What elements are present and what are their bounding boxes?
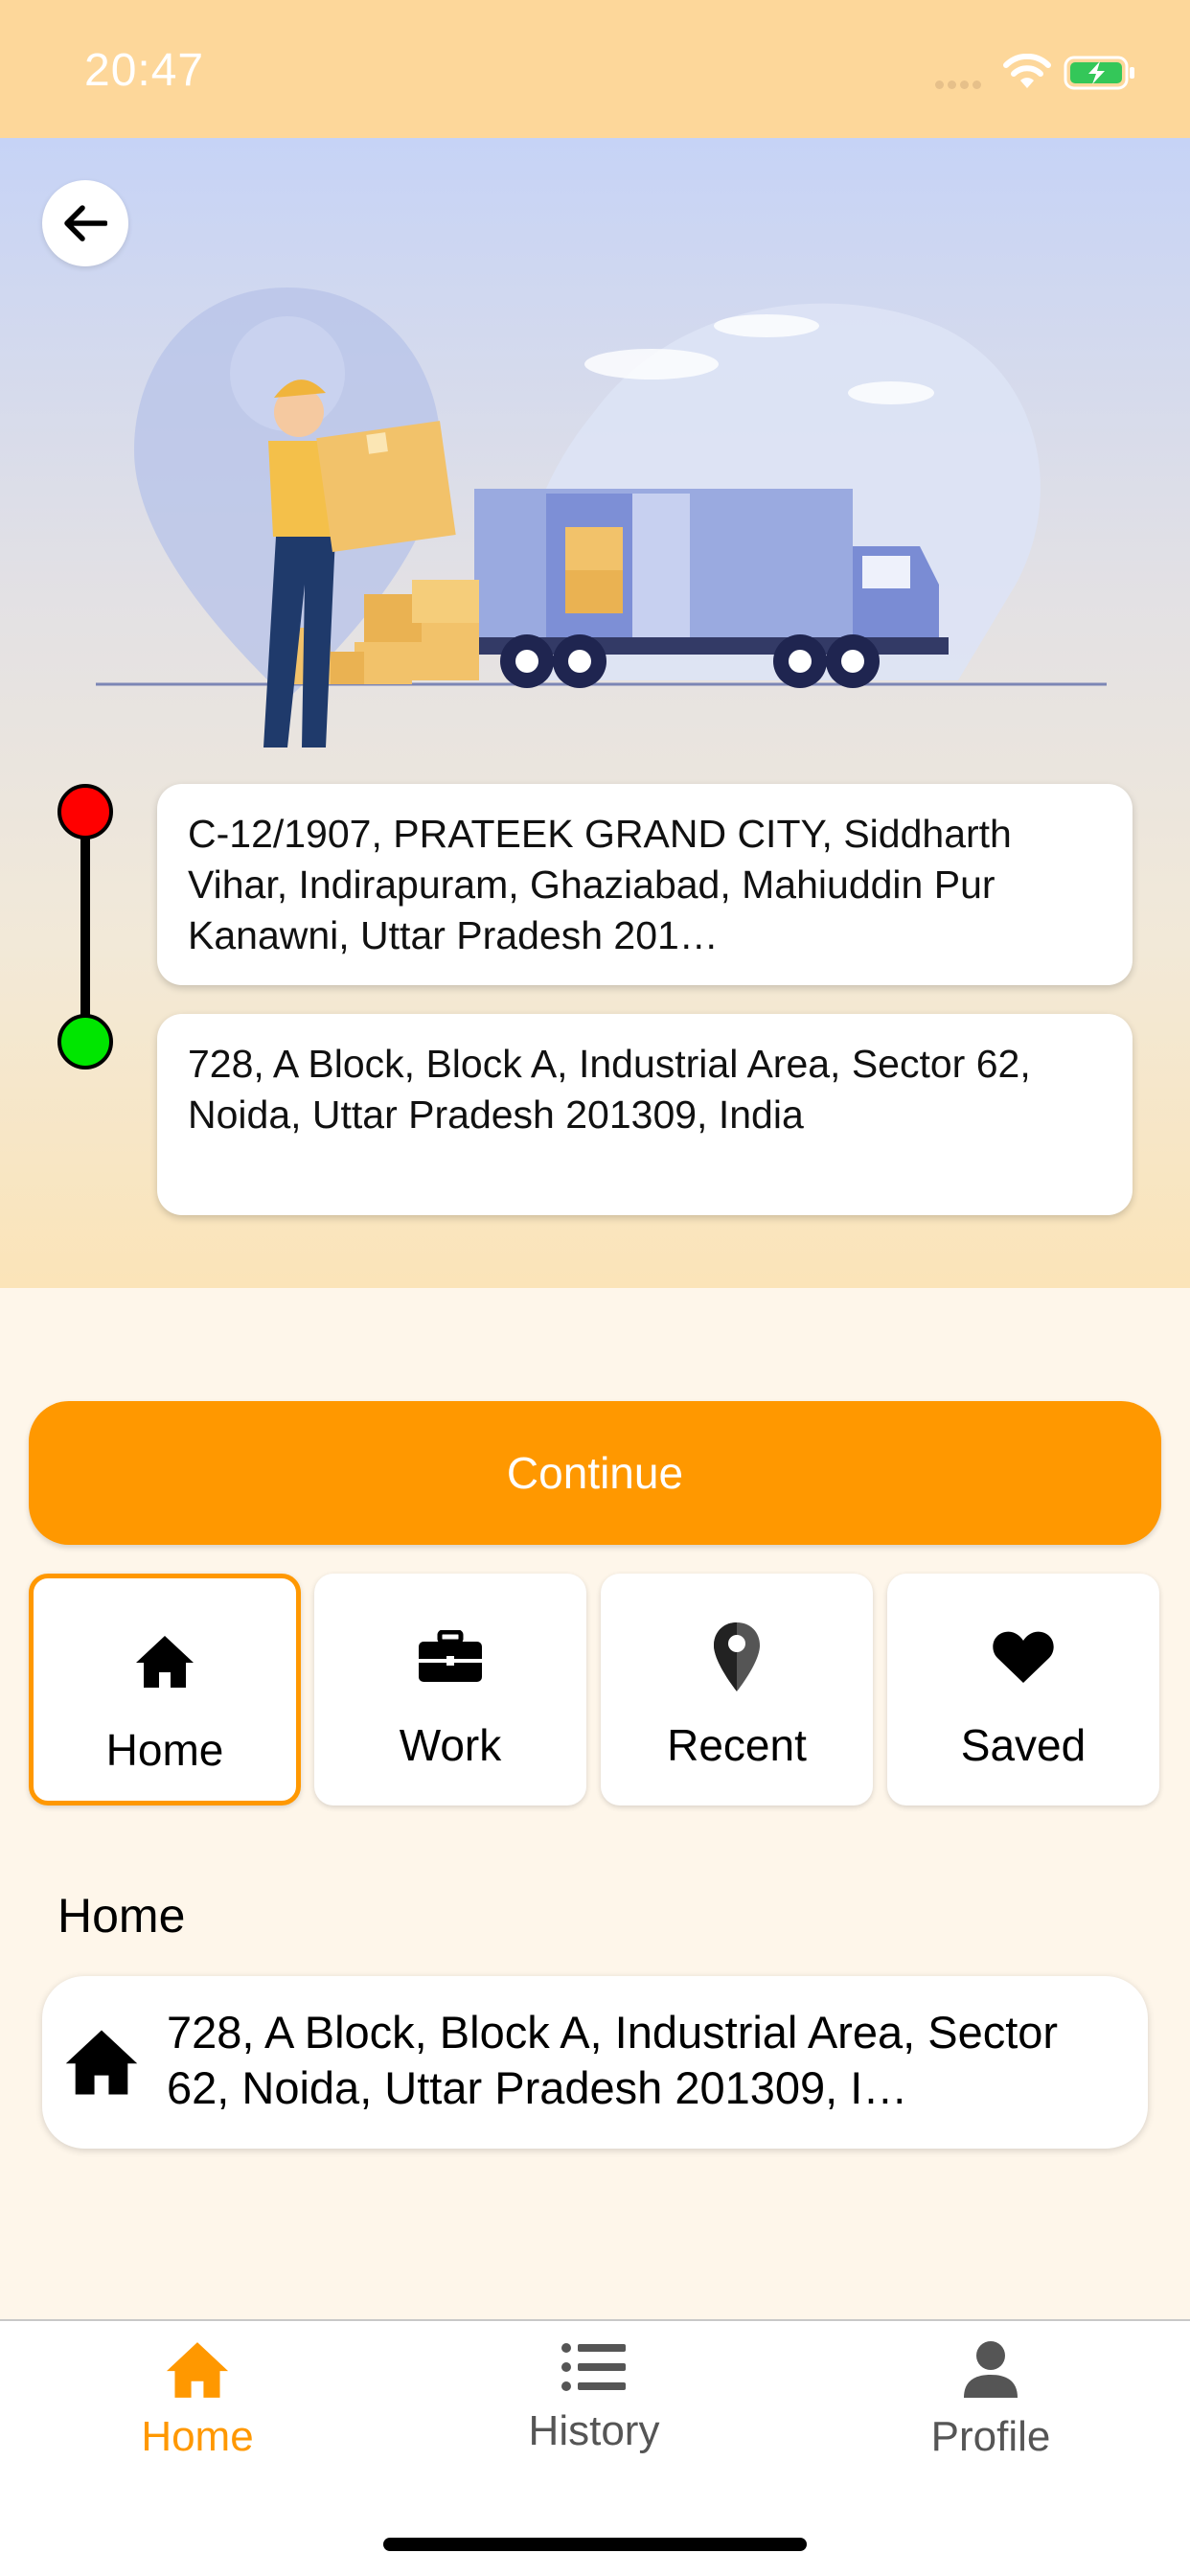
nav-profile[interactable]: Profile: [847, 2340, 1134, 2461]
status-time: 20:47: [84, 45, 205, 96]
continue-button[interactable]: Continue: [29, 1401, 1161, 1545]
category-label: Home: [105, 1725, 224, 1775]
nav-history[interactable]: History: [450, 2340, 738, 2455]
status-bar: 20:47: [0, 0, 1190, 138]
wifi-icon: [1003, 54, 1051, 88]
drop-dot: [57, 1014, 113, 1070]
pickup-address-text: C-12/1907, PRATEEK GRAND CITY, Siddharth…: [188, 812, 1012, 957]
nav-home[interactable]: Home: [54, 2340, 341, 2461]
category-saved-tab[interactable]: Saved: [887, 1574, 1159, 1806]
arrow-left-icon: [64, 205, 107, 242]
delivery-illustration: [96, 288, 1107, 748]
person-icon: [964, 2341, 1018, 2398]
location-pin-icon: [714, 1622, 760, 1691]
category-label: Saved: [960, 1720, 1087, 1770]
back-button[interactable]: [42, 180, 128, 266]
category-label: Work: [399, 1720, 502, 1770]
home-icon: [65, 2030, 138, 2095]
home-icon: [136, 1636, 194, 1688]
home-icon: [166, 2342, 229, 2398]
saved-address-item[interactable]: 728, A Block, Block A, Industrial Area, …: [42, 1976, 1148, 2149]
briefcase-icon: [419, 1630, 482, 1682]
pickup-address-field[interactable]: C-12/1907, PRATEEK GRAND CITY, Siddharth…: [157, 784, 1133, 985]
category-recent-tab[interactable]: Recent: [601, 1574, 873, 1806]
drop-address-field[interactable]: 728, A Block, Block A, Industrial Area, …: [157, 1014, 1133, 1215]
battery-charging-icon: [1064, 56, 1134, 90]
nav-profile-label: Profile: [930, 2413, 1051, 2460]
nav-history-label: History: [528, 2407, 660, 2454]
home-indicator: [383, 2538, 807, 2551]
section-title: Home: [57, 1889, 186, 1943]
signal-dots-icon: [935, 77, 993, 89]
heart-icon: [993, 1631, 1054, 1683]
route-line: [80, 815, 90, 1045]
category-label: Recent: [667, 1720, 807, 1770]
category-work-tab[interactable]: Work: [314, 1574, 586, 1806]
list-icon: [561, 2343, 626, 2391]
category-home-tab[interactable]: Home: [29, 1574, 301, 1806]
saved-address-text: 728, A Block, Block A, Industrial Area, …: [167, 2007, 1059, 2113]
nav-home-label: Home: [141, 2413, 254, 2460]
drop-address-text: 728, A Block, Block A, Industrial Area, …: [188, 1042, 1031, 1137]
pickup-dot: [57, 784, 113, 840]
